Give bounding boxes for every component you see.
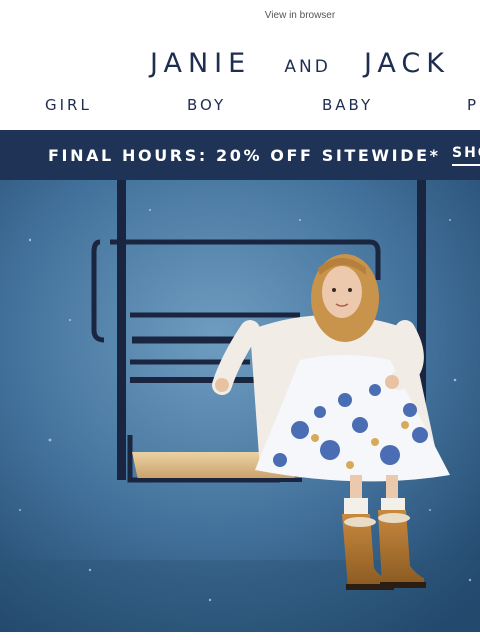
- logo-word-jack: JACK: [363, 48, 450, 79]
- nav-item-partial[interactable]: P: [467, 96, 479, 114]
- nav-item-girl[interactable]: GIRL: [45, 96, 92, 114]
- hero-illustration: [0, 180, 480, 632]
- shop-now-link[interactable]: SHO: [452, 145, 480, 166]
- lift-pole-left: [117, 180, 126, 480]
- logo-word-janie: JANIE: [150, 48, 252, 79]
- hero-image[interactable]: [0, 180, 480, 632]
- view-in-browser-link[interactable]: View in browser: [0, 10, 480, 21]
- page-bottom-spacer: [0, 632, 480, 640]
- logo-word-and: AND: [284, 57, 331, 77]
- category-nav: GIRL BOY BABY P: [0, 96, 480, 116]
- face: [322, 266, 362, 318]
- promo-headline: FINAL HOURS: 20% OFF SITEWIDE*: [48, 146, 441, 165]
- brand-logo[interactable]: JANIE AND JACK: [150, 48, 450, 79]
- nav-item-baby[interactable]: BABY: [322, 96, 373, 114]
- promo-banner[interactable]: FINAL HOURS: 20% OFF SITEWIDE* SHO: [0, 130, 480, 180]
- nav-item-boy[interactable]: BOY: [187, 96, 226, 114]
